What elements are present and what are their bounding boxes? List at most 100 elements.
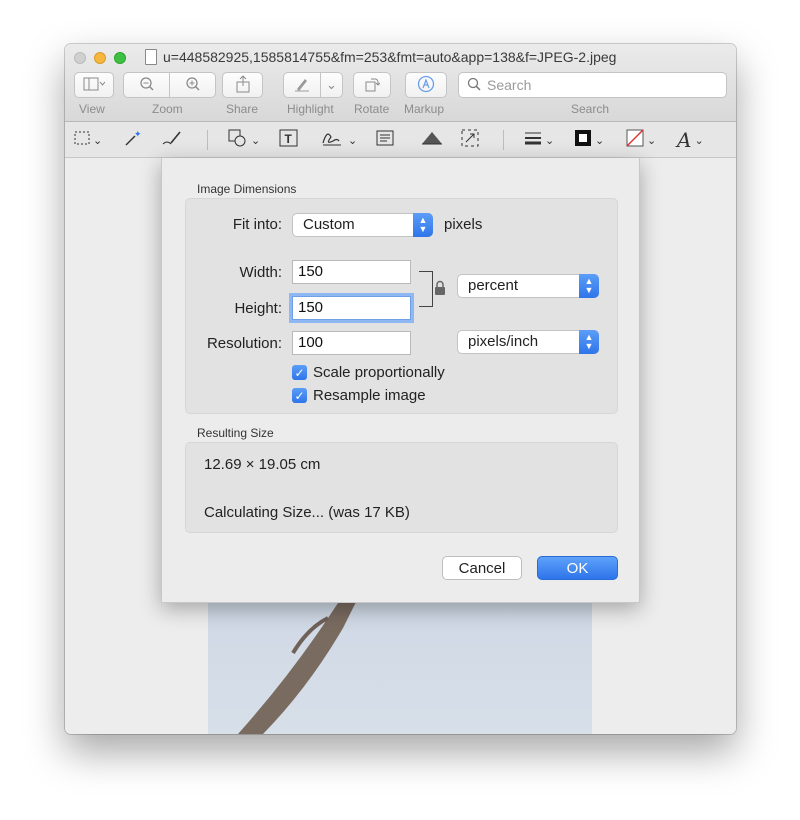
svg-text:T: T	[285, 132, 293, 146]
zoom-label: Zoom	[152, 102, 183, 116]
chevron-down-icon: ⌄	[545, 134, 555, 147]
highlight-menu-button[interactable]: ⌄	[320, 72, 343, 98]
resolution-label: Resolution:	[206, 335, 282, 352]
cancel-button[interactable]: Cancel	[442, 556, 522, 580]
magic-wand-icon: ✦	[123, 129, 142, 151]
adjust-color-icon	[420, 130, 444, 150]
sketch-tool-button[interactable]	[161, 128, 183, 152]
image-dimensions-title: Image Dimensions	[197, 182, 297, 196]
document-icon[interactable]	[145, 49, 157, 65]
zoom-out-button[interactable]	[123, 72, 170, 98]
line-style-button[interactable]: ⌄	[524, 128, 554, 152]
view-label: View	[79, 102, 105, 116]
adjust-size-dialog: Image Dimensions Fit into: Custom ▲ ▼ pix…	[161, 158, 640, 603]
fit-into-value: Custom	[303, 216, 355, 233]
chevron-updown-icon: ▲ ▼	[413, 213, 433, 237]
size-unit-value: percent	[468, 277, 519, 294]
sign-button[interactable]: ⌄	[321, 128, 357, 152]
zoom-window-button[interactable]	[114, 52, 126, 64]
width-label: Width:	[239, 264, 282, 281]
minimize-button[interactable]	[94, 52, 106, 64]
search-label: Search	[571, 102, 610, 116]
resize-icon	[461, 129, 479, 151]
chevron-down-icon: ⌄	[348, 134, 358, 147]
shapes-icon	[228, 129, 248, 151]
shapes-button[interactable]: ⌄	[228, 128, 260, 152]
text-tool-button[interactable]: T	[279, 128, 299, 152]
chevron-down-icon: ⌄	[326, 77, 337, 92]
fit-into-label: Fit into:	[232, 216, 282, 233]
ok-button[interactable]: OK	[537, 556, 618, 580]
border-color-icon	[574, 129, 592, 151]
highlight-label: Highlight	[287, 102, 334, 116]
lock-bracket	[419, 271, 433, 307]
instant-alpha-button[interactable]: ✦	[123, 128, 142, 152]
markup-icon	[417, 75, 435, 96]
resolution-unit-value: pixels/inch	[468, 333, 539, 350]
highlight-button[interactable]	[283, 72, 321, 98]
fit-into-unit: pixels	[444, 216, 483, 233]
chevron-down-icon: ⌄	[251, 134, 261, 147]
border-color-button[interactable]: ⌄	[574, 128, 604, 152]
chevron-updown-icon: ▲ ▼	[579, 330, 599, 354]
chevron-updown-icon: ▲ ▼	[579, 274, 599, 298]
window-title: u=448582925,1585814755&fm=253&fmt=auto&a…	[163, 49, 617, 65]
resolution-unit-select[interactable]: pixels/inch ▲ ▼	[457, 330, 599, 354]
note-button[interactable]	[376, 128, 394, 152]
line-style-icon	[524, 131, 542, 149]
resulting-status: Calculating Size... (was 17 KB)	[204, 504, 410, 521]
zoom-in-button[interactable]	[169, 72, 216, 98]
zoom-in-icon	[185, 76, 201, 95]
fill-color-button[interactable]: ⌄	[626, 128, 656, 152]
width-field[interactable]: 150	[292, 260, 411, 284]
selection-tool-button[interactable]: ⌄	[74, 128, 102, 152]
search-input[interactable]: Search	[458, 72, 727, 98]
resolution-field[interactable]: 100	[292, 331, 411, 355]
chevron-down-icon: ⌄	[647, 134, 657, 147]
note-icon	[376, 130, 394, 150]
fit-into-select[interactable]: Custom ▲ ▼	[292, 213, 433, 237]
scale-proportionally-checkbox[interactable]: ✓ Scale proportionally	[292, 364, 445, 381]
share-button[interactable]	[222, 72, 263, 98]
adjust-color-button[interactable]	[420, 128, 444, 152]
chevron-down-icon: ⌄	[93, 134, 103, 147]
lock-icon[interactable]	[434, 280, 446, 301]
checkmark-icon: ✓	[292, 365, 307, 380]
text-style-icon: A	[677, 128, 692, 152]
share-label: Share	[226, 102, 259, 116]
height-label: Height:	[234, 300, 282, 317]
sketch-icon	[161, 129, 183, 151]
signature-icon	[321, 129, 345, 151]
rotate-icon	[364, 76, 381, 95]
rotate-label: Rotate	[354, 102, 390, 116]
text-style-button[interactable]: A ⌄	[677, 128, 704, 152]
markup-button[interactable]	[405, 72, 447, 98]
chevron-down-icon: ⌄	[595, 134, 605, 147]
sidebar-icon	[83, 77, 106, 94]
rotate-button[interactable]	[353, 72, 391, 98]
view-button[interactable]	[74, 72, 114, 98]
height-field[interactable]: 150	[289, 293, 414, 323]
share-icon	[236, 74, 250, 96]
resulting-dimensions: 12.69 × 19.05 cm	[204, 456, 321, 473]
adjust-size-button[interactable]	[461, 128, 479, 152]
resample-image-label: Resample image	[313, 387, 426, 404]
markup-label: Markup	[404, 102, 445, 116]
checkmark-icon: ✓	[292, 388, 307, 403]
search-placeholder: Search	[487, 77, 532, 93]
svg-text:✦: ✦	[134, 129, 141, 139]
title-bar: u=448582925,1585814755&fm=253&fmt=auto&a…	[65, 44, 736, 122]
text-box-icon: T	[279, 129, 299, 151]
zoom-out-icon	[139, 76, 155, 95]
markup-toolbar: ⌄ ✦ ⌄ T ⌄ ⌄ ⌄ ⌄ A ⌄	[65, 122, 736, 158]
search-icon	[467, 77, 481, 94]
preview-window: u=448582925,1585814755&fm=253&fmt=auto&a…	[65, 44, 736, 734]
fill-color-icon	[626, 129, 644, 151]
chevron-down-icon: ⌄	[694, 134, 704, 147]
size-unit-select[interactable]: percent ▲ ▼	[457, 274, 599, 298]
resample-image-checkbox[interactable]: ✓ Resample image	[292, 387, 426, 404]
scale-proportionally-label: Scale proportionally	[313, 364, 445, 381]
close-button[interactable]	[74, 52, 86, 64]
rect-selection-icon	[74, 131, 90, 149]
highlight-icon	[294, 76, 310, 95]
